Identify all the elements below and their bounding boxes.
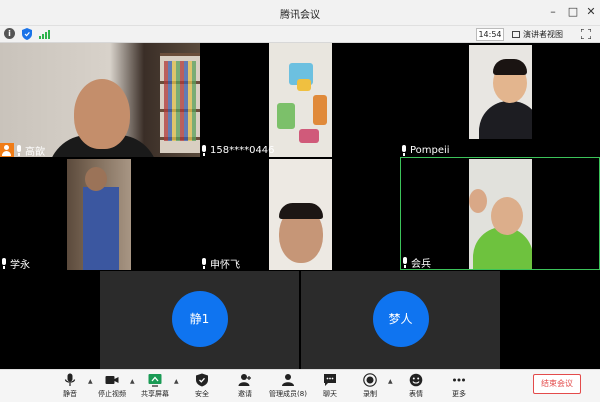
participant-tile[interactable]: Pompeii	[400, 43, 600, 157]
share-screen-label: 共享屏幕	[141, 390, 169, 398]
participant-name-bar: 申怀飞	[200, 256, 240, 270]
manage-members-label: 管理成员(8)	[269, 390, 307, 398]
participant-name: Pompeii	[410, 144, 450, 156]
microphone-icon	[400, 144, 408, 156]
chat-icon	[324, 374, 336, 386]
participant-tile[interactable]: 高歆	[0, 43, 200, 157]
stop-video-button[interactable]: 停止视频	[94, 373, 130, 399]
share-screen-button[interactable]: 共享屏幕	[137, 373, 173, 399]
security-label: 安全	[195, 390, 209, 398]
participant-video	[0, 43, 200, 157]
participant-name: 会兵	[411, 258, 431, 270]
reactions-button[interactable]: 表情	[398, 373, 434, 399]
microphone-icon	[0, 257, 8, 269]
fullscreen-icon[interactable]	[581, 29, 591, 39]
reactions-label: 表情	[409, 390, 423, 398]
info-icon[interactable]: i	[4, 28, 15, 39]
record-label: 录制	[363, 390, 377, 398]
shield-icon	[196, 373, 208, 387]
participant-avatar: 静1	[171, 291, 228, 347]
meeting-clock: 14:54	[476, 28, 504, 41]
security-button[interactable]: 安全	[184, 373, 220, 399]
mute-label: 静音	[63, 390, 77, 398]
share-options-caret[interactable]: ▲	[174, 378, 179, 385]
participant-name-bar: Pompeii	[400, 143, 450, 157]
participant-tile[interactable]: 申怀飞	[200, 157, 400, 270]
participant-tile-speaking[interactable]: 会兵	[400, 157, 600, 270]
minimize-icon[interactable]: –	[546, 5, 560, 19]
microphone-icon	[200, 257, 208, 269]
participant-name-bar: 学永	[0, 256, 30, 270]
participant-name-bar: 高歆	[0, 143, 45, 157]
microphone-icon	[64, 373, 76, 386]
participant-name: 学永	[10, 259, 30, 271]
host-icon	[0, 143, 14, 157]
participant-tile[interactable]: 梦人	[301, 271, 500, 369]
video-options-caret[interactable]: ▲	[130, 378, 135, 385]
participant-name: 申怀飞	[210, 259, 240, 271]
chat-button[interactable]: 聊天	[312, 373, 348, 399]
participant-tile[interactable]: 158****0446	[200, 43, 400, 157]
microphone-icon	[200, 144, 208, 156]
more-button[interactable]: 更多	[441, 373, 477, 399]
mute-options-caret[interactable]: ▲	[88, 378, 93, 385]
members-icon	[282, 374, 294, 386]
participant-name-bar: 会兵	[401, 255, 431, 269]
maximize-icon[interactable]: □	[566, 5, 580, 19]
participant-name: 158****0446	[210, 144, 275, 156]
grid-icon	[512, 31, 520, 38]
video-grid: 高歆 158****0446 Pompeii 学永 申怀飞 会兵 静1 梦人	[0, 43, 600, 369]
manage-members-button[interactable]: 管理成员(8)	[268, 373, 308, 399]
record-icon	[363, 373, 377, 387]
speaker-view-label: 演讲者视图	[523, 30, 563, 39]
invite-label: 邀请	[238, 390, 252, 398]
participant-video	[269, 159, 332, 270]
share-screen-icon	[148, 374, 162, 387]
title-bar: 腾讯会议 – □ ✕	[0, 0, 600, 26]
close-icon[interactable]: ✕	[584, 5, 598, 19]
smile-icon	[409, 373, 423, 387]
stop-video-label: 停止视频	[98, 390, 126, 398]
end-meeting-button[interactable]: 结束会议	[533, 374, 581, 394]
participant-video	[67, 159, 131, 270]
microphone-icon	[401, 256, 409, 268]
signal-icon[interactable]	[39, 29, 51, 39]
participant-tile[interactable]: 学永	[0, 157, 200, 270]
microphone-icon	[15, 144, 23, 156]
record-button[interactable]: 录制	[352, 373, 388, 399]
participant-name-bar: 158****0446	[200, 143, 275, 157]
window-title: 腾讯会议	[280, 10, 320, 21]
chat-label: 聊天	[323, 390, 337, 398]
record-options-caret[interactable]: ▲	[388, 378, 393, 385]
more-label: 更多	[452, 390, 466, 398]
camera-icon	[105, 376, 119, 384]
participant-video	[469, 159, 532, 269]
invite-button[interactable]: 邀请	[227, 373, 263, 399]
meeting-info-bar: i 14:54 演讲者视图	[0, 26, 600, 43]
invite-icon	[238, 374, 251, 386]
participant-video	[469, 45, 532, 139]
participant-video	[269, 43, 332, 157]
participant-avatar: 梦人	[372, 291, 429, 347]
shield-icon[interactable]	[22, 28, 32, 40]
mute-button[interactable]: 静音	[52, 373, 88, 399]
participant-name: 高歆	[25, 146, 45, 158]
participant-tile[interactable]: 静1	[100, 271, 299, 369]
more-icon	[453, 378, 465, 382]
meeting-toolbar: 静音 ▲ 停止视频 ▲ 共享屏幕 ▲ 安全 邀请 管理成员(8) 聊天 录制 ▲…	[0, 369, 600, 402]
speaker-view-button[interactable]: 演讲者视图	[511, 28, 563, 41]
